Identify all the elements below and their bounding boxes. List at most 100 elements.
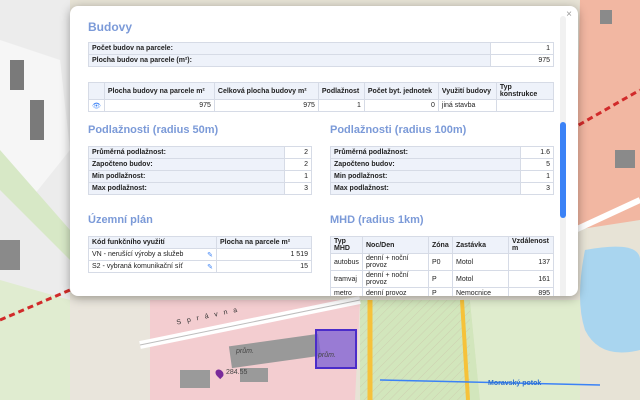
table-row: autobus denní + noční provoz P0 Motol 13… bbox=[330, 253, 554, 271]
table-row: Započteno budov: 5 bbox=[330, 158, 554, 171]
table-header-row: Plocha budovy na parcele m² Celková ploc… bbox=[88, 82, 555, 100]
cell-zastavka: Nemocnice bbox=[452, 287, 509, 296]
summary-label: Plocha budov na parcele (m²): bbox=[88, 54, 491, 67]
row-value: 2 bbox=[284, 146, 312, 159]
row-label: Započteno budov: bbox=[330, 158, 521, 171]
column-header: Zóna bbox=[428, 236, 453, 254]
summary-value: 1 bbox=[490, 42, 554, 55]
cell-vyuziti: jiná stavba bbox=[437, 99, 497, 112]
table-row: VN - nerušící výroby a služeb ✎ 1 519 bbox=[88, 248, 312, 261]
row-label: Max podlažnost: bbox=[88, 182, 285, 195]
column-header: Podlažnost bbox=[317, 82, 365, 100]
table-row: Min podlažnost: 1 bbox=[88, 170, 312, 183]
eye-icon[interactable]: 👁 bbox=[92, 103, 101, 110]
row-value: 1 bbox=[520, 170, 554, 183]
close-icon[interactable]: × bbox=[566, 9, 572, 21]
kod-text: S2 - vybraná komunikační síť bbox=[92, 262, 183, 270]
cell-noc: denní provoz bbox=[362, 287, 429, 296]
map-label-river: Moravský potok bbox=[488, 380, 542, 387]
cell-vzdalenost: 895 bbox=[508, 287, 554, 296]
row-value: 5 bbox=[520, 158, 554, 171]
column-header: Typ konstrukce bbox=[495, 82, 555, 100]
kod-text: VN - nerušící výroby a služeb bbox=[92, 250, 184, 258]
cell-zona: P0 bbox=[428, 253, 453, 271]
mhd-table: Typ MHD Noc/Den Zóna Zastávka Vzdálenost… bbox=[330, 236, 554, 296]
cell-typ: metro bbox=[330, 287, 363, 296]
parcel-info-popup: × Budovy Počet budov na parcele: 1 Ploch… bbox=[70, 6, 578, 296]
cell-zona: P bbox=[428, 270, 453, 288]
podlaznost-100-table: Průměrná podlažnost: 1.6 Započteno budov:… bbox=[330, 146, 554, 195]
table-row: Plocha budov na parcele (m²): 975 bbox=[88, 54, 554, 67]
column-header bbox=[88, 82, 105, 100]
table-row: Průměrná podlažnost: 2 bbox=[88, 146, 312, 159]
section-title-podlaznost-100: Podlažnosti (radius 100m) bbox=[330, 124, 467, 136]
cell-kod: S2 - vybraná komunikační síť ✎ bbox=[88, 260, 217, 273]
budovy-detail-table: Plocha budovy na parcele m² Celková ploc… bbox=[88, 82, 555, 112]
summary-value: 975 bbox=[490, 54, 554, 67]
column-header: Noc/Den bbox=[362, 236, 429, 254]
row-label: Max podlažnost: bbox=[330, 182, 521, 195]
row-label: Min podlažnost: bbox=[88, 170, 285, 183]
row-label: Průměrná podlažnost: bbox=[330, 146, 521, 159]
scrollbar-thumb[interactable] bbox=[560, 122, 566, 218]
row-value: 1 bbox=[284, 170, 312, 183]
cell-celkova: 975 bbox=[213, 99, 319, 112]
row-value: 3 bbox=[284, 182, 312, 195]
column-header: Zastávka bbox=[452, 236, 509, 254]
row-value: 3 bbox=[520, 182, 554, 195]
column-header: Plocha na parcele m² bbox=[216, 236, 312, 249]
section-title-podlaznost-50: Podlažnosti (radius 50m) bbox=[88, 124, 219, 136]
row-label: Započteno budov: bbox=[88, 158, 285, 171]
cell-byty: 0 bbox=[363, 99, 439, 112]
table-row: Max podlažnost: 3 bbox=[330, 182, 554, 195]
summary-label: Počet budov na parcele: bbox=[88, 42, 491, 55]
table-row: metro denní provoz P Nemocnice 895 bbox=[330, 287, 554, 296]
cell-podlaznost: 1 bbox=[317, 99, 365, 112]
column-header: Využití budovy bbox=[437, 82, 497, 100]
cell-vzdalenost: 161 bbox=[508, 270, 554, 288]
row-label: Průměrná podlažnost: bbox=[88, 146, 285, 159]
cell-plocha: 975 bbox=[103, 99, 215, 112]
table-row: 👁 975 975 1 0 jiná stavba bbox=[88, 99, 555, 112]
edit-pencil-icon[interactable]: ✎ bbox=[207, 263, 213, 271]
cell-kod: VN - nerušící výroby a služeb ✎ bbox=[88, 248, 217, 261]
table-row: Započteno budov: 2 bbox=[88, 158, 312, 171]
edit-pencil-icon[interactable]: ✎ bbox=[207, 251, 213, 259]
column-header: Plocha budovy na parcele m² bbox=[103, 82, 215, 100]
table-header-row: Kód funkčního využití Plocha na parcele … bbox=[88, 236, 312, 249]
map-label-elevation: 284.55 bbox=[226, 369, 248, 376]
column-header: Celková plocha budovy m² bbox=[213, 82, 319, 100]
table-row: Počet budov na parcele: 1 bbox=[88, 42, 554, 55]
podlaznost-50-table: Průměrná podlažnost: 2 Započteno budov: 2 … bbox=[88, 146, 312, 195]
table-row: Min podlažnost: 1 bbox=[330, 170, 554, 183]
table-row: S2 - vybraná komunikační síť ✎ 15 bbox=[88, 260, 312, 273]
map-label-prum: prům. bbox=[318, 352, 336, 359]
table-row: tramvaj denní + noční provoz P Motol 161 bbox=[330, 270, 554, 288]
column-header: Kód funkčního využití bbox=[88, 236, 217, 249]
column-header: Typ MHD bbox=[330, 236, 363, 254]
row-value: 2 bbox=[284, 158, 312, 171]
uzemni-plan-table: Kód funkčního využití Plocha na parcele … bbox=[88, 236, 312, 273]
cell-typ: autobus bbox=[330, 253, 363, 271]
cell-zastavka: Motol bbox=[452, 270, 509, 288]
cell-noc: denní + noční provoz bbox=[362, 270, 429, 288]
section-title-uzemni-plan: Územní plán bbox=[88, 214, 153, 226]
column-header: Počet byt. jednotek bbox=[363, 82, 439, 100]
eye-cell[interactable]: 👁 bbox=[88, 99, 105, 112]
cell-zona: P bbox=[428, 287, 453, 296]
section-title-mhd: MHD (radius 1km) bbox=[330, 214, 424, 226]
table-header-row: Typ MHD Noc/Den Zóna Zastávka Vzdálenost… bbox=[330, 236, 554, 254]
cell-noc: denní + noční provoz bbox=[362, 253, 429, 271]
row-value: 1.6 bbox=[520, 146, 554, 159]
cell-typ bbox=[495, 99, 555, 112]
budovy-summary-table: Počet budov na parcele: 1 Plocha budov n… bbox=[88, 42, 554, 67]
cell-plocha: 15 bbox=[216, 260, 312, 273]
row-label: Min podlažnost: bbox=[330, 170, 521, 183]
cell-plocha: 1 519 bbox=[216, 248, 312, 261]
column-header: Vzdálenost m bbox=[508, 236, 554, 254]
table-row: Max podlažnost: 3 bbox=[88, 182, 312, 195]
cell-typ: tramvaj bbox=[330, 270, 363, 288]
cell-vzdalenost: 137 bbox=[508, 253, 554, 271]
section-title-budovy: Budovy bbox=[88, 20, 133, 34]
cell-zastavka: Motol bbox=[452, 253, 509, 271]
